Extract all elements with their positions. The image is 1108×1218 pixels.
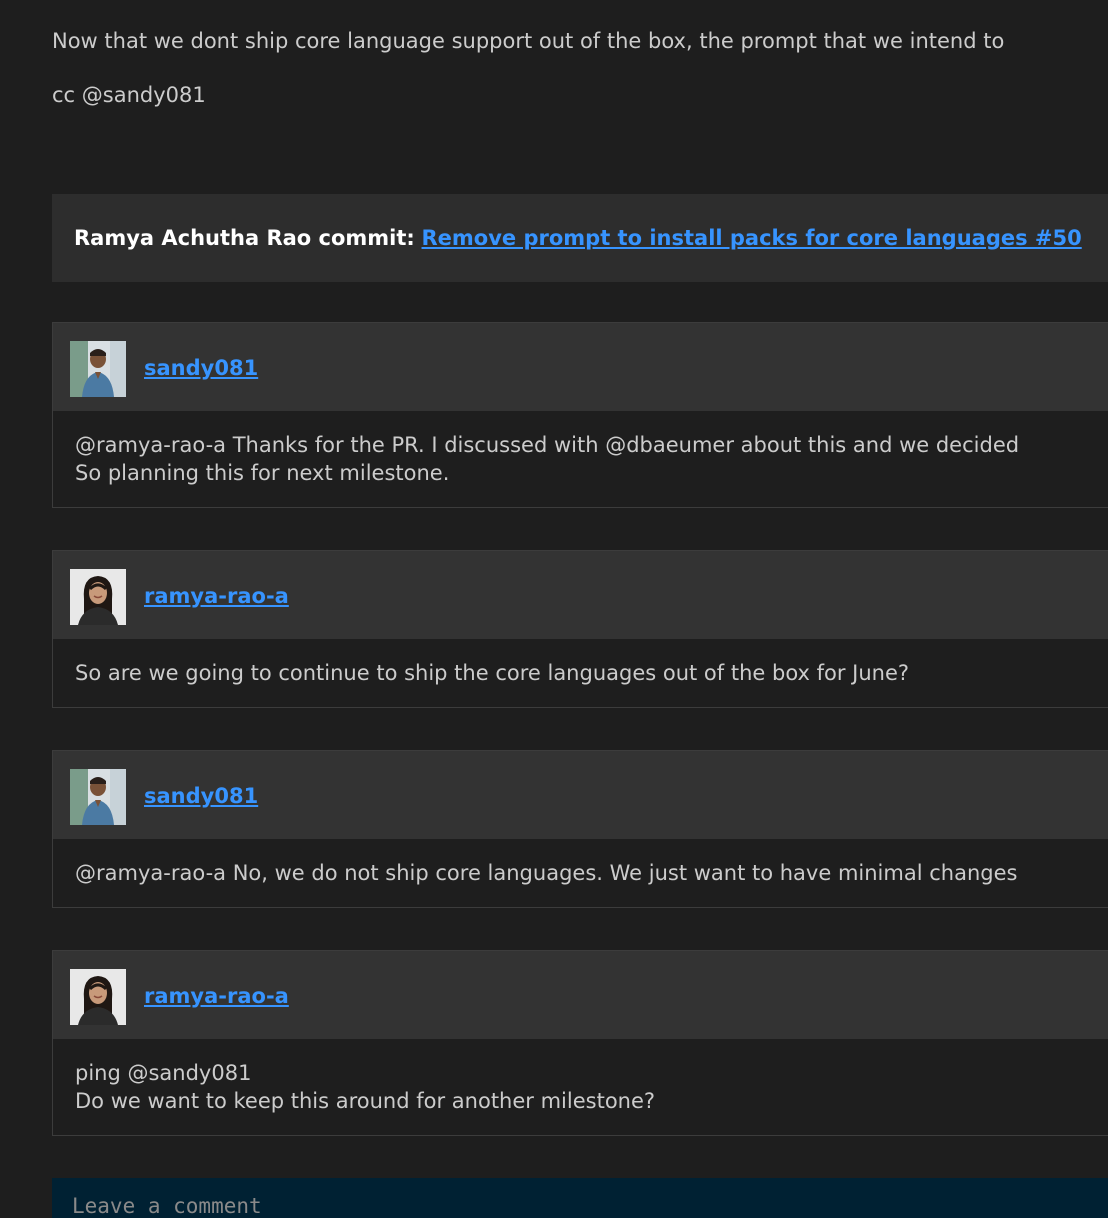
comment-body: So are we going to continue to ship the … [53, 639, 1108, 707]
avatar[interactable] [70, 569, 126, 625]
comment-text-line: ping @sandy081 [75, 1061, 252, 1085]
commit-link[interactable]: Remove prompt to install packs for core … [422, 226, 1082, 250]
comment: ramya-rao-a So are we going to continue … [52, 550, 1108, 708]
comment-text-line: So are we going to continue to ship the … [75, 661, 910, 685]
comment-input[interactable] [52, 1178, 1108, 1218]
avatar[interactable] [70, 769, 126, 825]
avatar[interactable] [70, 969, 126, 1025]
comment-text-line: @ramya-rao-a Thanks for the PR. I discus… [75, 433, 1020, 457]
issue-body-text: Now that we dont ship core language supp… [52, 29, 1005, 53]
comment-body: ping @sandy081 Do we want to keep this a… [53, 1039, 1108, 1135]
comment-username[interactable]: sandy081 [144, 782, 258, 810]
comment-body: @ramya-rao-a Thanks for the PR. I discus… [53, 411, 1108, 507]
avatar[interactable] [70, 341, 126, 397]
comment-text-line: @ramya-rao-a No, we do not ship core lan… [75, 861, 1018, 885]
comment-username[interactable]: ramya-rao-a [144, 582, 289, 610]
comment-username[interactable]: ramya-rao-a [144, 982, 289, 1010]
commit-author: Ramya Achutha Rao commit: [74, 226, 415, 250]
comment-header: ramya-rao-a [53, 551, 1108, 639]
comment-username[interactable]: sandy081 [144, 354, 258, 382]
comment-header: sandy081 [53, 323, 1108, 411]
comment: ramya-rao-a ping @sandy081 Do we want to… [52, 950, 1108, 1136]
comment: sandy081 @ramya-rao-a No, we do not ship… [52, 750, 1108, 908]
commit-event: Ramya Achutha Rao commit: Remove prompt … [52, 194, 1108, 282]
comment-header: ramya-rao-a [53, 951, 1108, 1039]
comment-text-line: Do we want to keep this around for anoth… [75, 1089, 656, 1113]
issue-page: Now that we dont ship core language supp… [0, 0, 1108, 1218]
comment-header: sandy081 [53, 751, 1108, 839]
issue-cc-text: cc @sandy081 [52, 83, 206, 107]
comment-text-line: So planning this for next milestone. [75, 461, 450, 485]
comment-body: @ramya-rao-a No, we do not ship core lan… [53, 839, 1108, 907]
commit-line: Ramya Achutha Rao commit: Remove prompt … [74, 224, 1082, 252]
comment: sandy081 @ramya-rao-a Thanks for the PR.… [52, 322, 1108, 508]
